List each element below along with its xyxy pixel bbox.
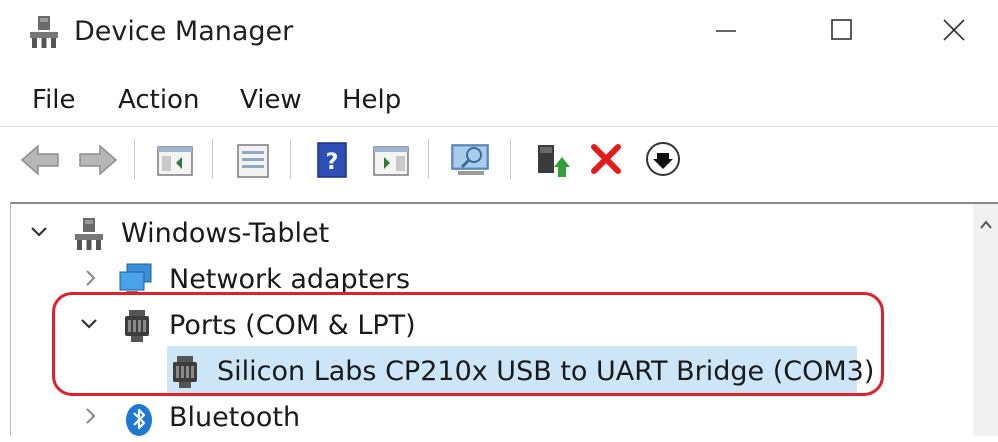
chevron-right-icon[interactable] xyxy=(81,406,101,426)
tree-root-row[interactable]: Windows-Tablet xyxy=(11,212,951,258)
forward-button[interactable] xyxy=(74,137,120,183)
help-button[interactable]: ? xyxy=(310,137,356,183)
tree-device-silicon-labs[interactable]: Silicon Labs CP210x USB to UART Bridge (… xyxy=(11,350,951,396)
tree-category-label: Ports (COM & LPT) xyxy=(169,310,416,341)
tree-device-label: Silicon Labs CP210x USB to UART Bridge (… xyxy=(217,356,875,387)
title-bar: Device Manager xyxy=(0,0,998,66)
network-adapter-icon xyxy=(117,262,153,298)
toolbar-separator xyxy=(428,139,429,179)
uninstall-device-icon xyxy=(591,144,621,174)
back-arrow-icon xyxy=(20,144,59,176)
window-title: Device Manager xyxy=(74,16,294,47)
back-button[interactable] xyxy=(18,137,64,183)
tree-category-bluetooth[interactable]: Bluetooth xyxy=(11,396,951,442)
forward-arrow-icon xyxy=(79,144,118,176)
disable-device-icon xyxy=(646,142,680,176)
menu-file[interactable]: File xyxy=(32,82,76,118)
menu-action[interactable]: Action xyxy=(118,82,199,118)
show-hide-console-tree-icon xyxy=(157,146,193,176)
tree-category-network-adapters[interactable]: Network adapters xyxy=(11,258,951,304)
minimize-button[interactable] xyxy=(676,0,776,62)
chevron-down-icon[interactable] xyxy=(29,222,49,242)
tree-category-ports[interactable]: Ports (COM & LPT) xyxy=(11,304,951,350)
device-manager-icon xyxy=(26,14,62,50)
computer-icon xyxy=(71,216,107,252)
scroll-up-icon[interactable] xyxy=(979,218,993,232)
device-tree: Windows-Tablet Network adapters Ports (C… xyxy=(10,202,998,436)
menu-bar: File Action View Help xyxy=(0,78,998,124)
help-icon: ? xyxy=(317,142,347,178)
minimize-icon xyxy=(716,30,736,32)
toolbar-separator xyxy=(134,139,135,179)
update-driver-icon xyxy=(538,145,570,177)
toolbar-separator xyxy=(212,139,213,179)
action-pane-icon xyxy=(373,146,409,176)
toolbar-separator xyxy=(510,139,511,179)
svg-text:?: ? xyxy=(326,150,339,175)
menu-view[interactable]: View xyxy=(240,82,302,118)
properties-icon xyxy=(237,144,269,178)
menu-help[interactable]: Help xyxy=(342,82,401,118)
update-driver-button[interactable] xyxy=(530,137,576,183)
port-icon xyxy=(119,308,155,344)
scan-hardware-button[interactable] xyxy=(448,137,494,183)
action-pane-button[interactable] xyxy=(368,137,414,183)
tree-root-label: Windows-Tablet xyxy=(121,218,330,249)
show-hide-tree-button[interactable] xyxy=(152,137,198,183)
disable-device-button[interactable] xyxy=(640,137,686,183)
tree-category-label: Bluetooth xyxy=(169,402,301,433)
maximize-icon xyxy=(831,19,852,40)
properties-button[interactable] xyxy=(230,137,276,183)
uninstall-device-button[interactable] xyxy=(584,137,630,183)
port-icon xyxy=(167,354,203,390)
toolbar-separator xyxy=(290,139,291,179)
bluetooth-icon xyxy=(121,400,157,436)
chevron-down-icon[interactable] xyxy=(79,314,99,334)
close-button[interactable] xyxy=(904,0,998,62)
scan-hardware-icon xyxy=(451,144,489,175)
chevron-right-icon[interactable] xyxy=(81,268,101,288)
vertical-scrollbar[interactable] xyxy=(973,204,998,436)
maximize-button[interactable] xyxy=(792,0,892,62)
close-icon xyxy=(943,19,965,41)
tree-category-label: Network adapters xyxy=(169,264,411,295)
toolbar: ? xyxy=(0,126,998,197)
